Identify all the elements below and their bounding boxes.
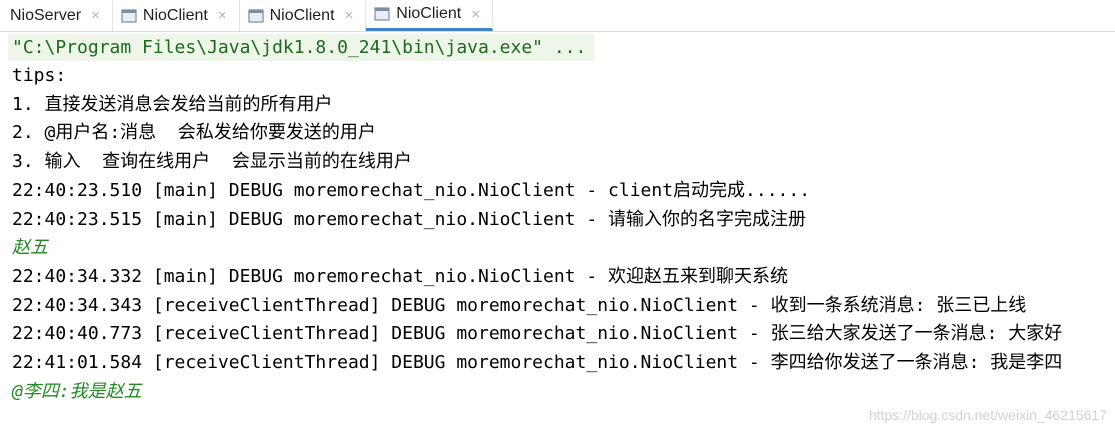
tab-nioclient-3[interactable]: NioClient × <box>366 0 493 31</box>
tab-nioclient-1[interactable]: NioClient × <box>113 0 240 31</box>
run-config-icon <box>247 8 264 23</box>
tab-label: NioServer <box>10 6 82 24</box>
console-line: 22:40:23.510 [main] DEBUG moremorechat_n… <box>12 179 811 201</box>
console-line: 22:40:40.773 [receiveClientThread] DEBUG… <box>12 323 1063 345</box>
run-config-icon <box>374 7 390 21</box>
console-line: 22:40:23.515 [main] DEBUG moremorechat_n… <box>12 208 807 230</box>
console-line: tips: <box>12 65 67 86</box>
console-line: 22:41:01.584 [receiveClientThread] DEBUG… <box>12 352 1063 373</box>
close-icon[interactable]: × <box>91 8 100 23</box>
editor-tab-bar: NioServer × NioClient × NioClient × NioC… <box>0 0 1115 32</box>
tab-nioclient-2[interactable]: NioClient × <box>240 0 367 31</box>
watermark: https://blog.csdn.net/weixin_46215617 <box>868 407 1107 423</box>
run-config-icon <box>121 8 137 23</box>
console-line: 22:40:34.343 [receiveClientThread] DEBUG… <box>12 294 1027 316</box>
console-line: 22:40:34.332 [main] DEBUG moremorechat_n… <box>12 265 789 287</box>
tab-label: NioClient <box>142 6 208 24</box>
console-line: 2. @用户名:消息 会私发给你要发送的用户 <box>12 122 376 144</box>
user-input-line: 赵五 <box>12 237 48 259</box>
close-icon[interactable]: × <box>345 8 354 23</box>
command-line: "C:\Program Files\Java\jdk1.8.0_241\bin\… <box>12 37 587 58</box>
user-input-line: @李四:我是赵五 <box>12 380 142 402</box>
console-line: 3. 输入 查询在线用户 会显示当前的在线用户 <box>12 151 412 173</box>
console-line: 1. 直接发送消息会发给当前的所有用户 <box>12 93 333 115</box>
tab-nioserver[interactable]: NioServer × <box>0 0 113 31</box>
tab-label: NioClient <box>269 6 335 24</box>
close-icon[interactable]: × <box>471 7 480 22</box>
close-icon[interactable]: × <box>218 8 227 23</box>
tab-label: NioClient <box>396 5 462 22</box>
console-output[interactable]: "C:\Program Files\Java\jdk1.8.0_241\bin\… <box>0 32 1115 432</box>
